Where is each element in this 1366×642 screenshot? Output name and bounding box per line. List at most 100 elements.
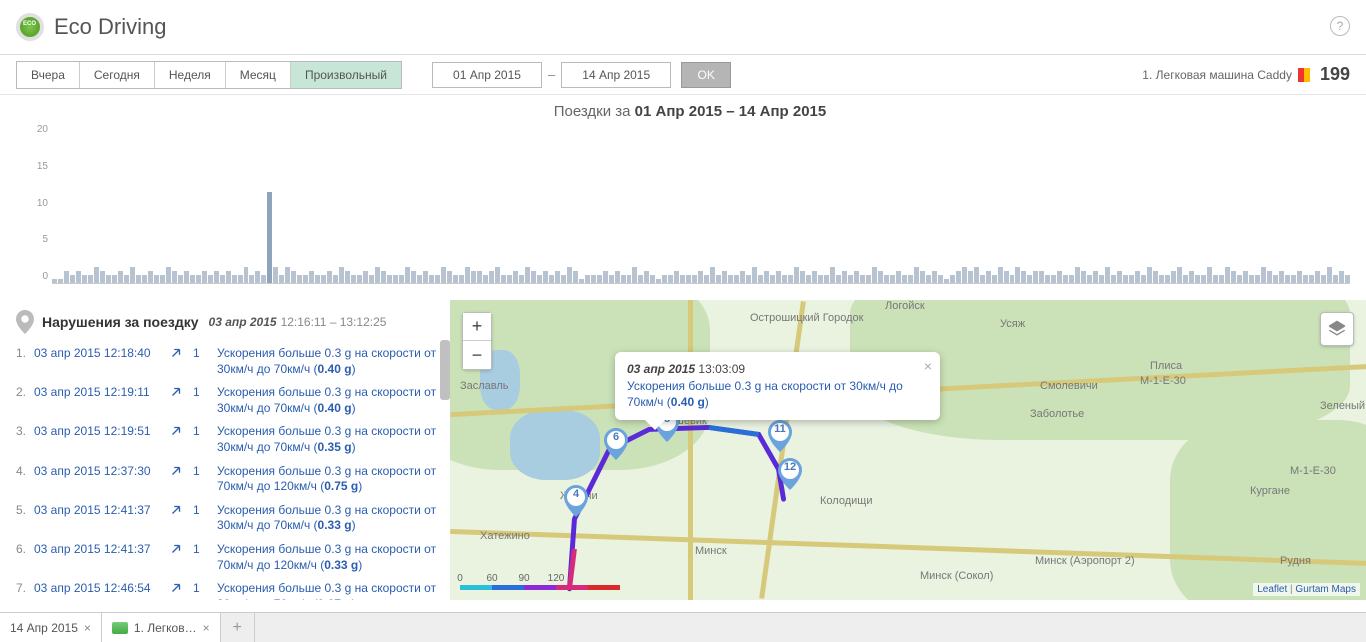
close-icon[interactable]: × <box>84 621 91 635</box>
chart-bar[interactable] <box>1177 267 1182 283</box>
chart-bar[interactable] <box>1267 271 1272 283</box>
chart-bar[interactable] <box>1285 275 1290 283</box>
chart-bar[interactable] <box>537 275 542 283</box>
range-btn-1[interactable]: Сегодня <box>80 62 155 88</box>
chart-bar[interactable] <box>950 275 955 283</box>
popup-close-icon[interactable]: × <box>924 358 932 374</box>
chart-bar[interactable] <box>782 275 787 283</box>
chart-bar[interactable] <box>489 271 494 283</box>
chart-bar[interactable] <box>932 271 937 283</box>
chart-bar[interactable] <box>770 275 775 283</box>
chart-bar[interactable] <box>800 271 805 283</box>
chart-bar[interactable] <box>561 275 566 283</box>
chart-bar[interactable] <box>58 279 63 283</box>
chart-bar[interactable] <box>393 275 398 283</box>
chart-bar[interactable] <box>1135 271 1140 283</box>
chart-bar[interactable] <box>1165 275 1170 283</box>
chart-bar[interactable] <box>148 271 153 283</box>
chart-bar[interactable] <box>267 192 272 283</box>
layers-button[interactable] <box>1320 312 1354 346</box>
violation-time-link[interactable]: 03 апр 2015 12:41:37 <box>34 542 169 556</box>
violation-time-link[interactable]: 03 апр 2015 12:41:37 <box>34 503 169 517</box>
chart-bar[interactable] <box>872 267 877 283</box>
violation-time-link[interactable]: 03 апр 2015 12:19:51 <box>34 424 169 438</box>
chart-bar[interactable] <box>764 271 769 283</box>
chart-bar[interactable] <box>632 267 637 283</box>
chart-bar[interactable] <box>249 275 254 283</box>
chart-bar[interactable] <box>82 275 87 283</box>
chart-bar[interactable] <box>920 271 925 283</box>
violation-desc[interactable]: Ускорения больше 0.3 g на скорости от 30… <box>217 503 446 534</box>
chart-bar[interactable] <box>261 275 266 283</box>
arrow-up-right-icon[interactable] <box>169 581 183 595</box>
chart-bar[interactable] <box>597 275 602 283</box>
map-marker[interactable]: 11 <box>768 420 792 452</box>
chart-bar[interactable] <box>429 275 434 283</box>
chart-bar[interactable] <box>752 267 757 283</box>
chart-bar[interactable] <box>776 271 781 283</box>
violation-desc[interactable]: Ускорения больше 0.3 g на скорости от 30… <box>217 424 446 455</box>
chart-bar[interactable] <box>1015 267 1020 283</box>
chart-bar[interactable] <box>758 275 763 283</box>
chart-bar[interactable] <box>285 267 290 283</box>
chart-bar[interactable] <box>644 271 649 283</box>
chart-bar[interactable] <box>1147 267 1152 283</box>
chart-bar[interactable] <box>842 271 847 283</box>
chart-bar[interactable] <box>232 275 237 283</box>
chart-bar[interactable] <box>1315 271 1320 283</box>
chart-bar[interactable] <box>992 275 997 283</box>
arrow-up-right-icon[interactable] <box>169 542 183 556</box>
chart-bar[interactable] <box>944 279 949 283</box>
chart-bar[interactable] <box>866 275 871 283</box>
chart-bar[interactable] <box>680 275 685 283</box>
chart-bar[interactable] <box>806 275 811 283</box>
chart-bar[interactable] <box>1321 275 1326 283</box>
chart-bar[interactable] <box>303 275 308 283</box>
chart-bar[interactable] <box>88 275 93 283</box>
ok-button[interactable]: OK <box>681 62 731 88</box>
violation-desc[interactable]: Ускорения больше 0.3 g на скорости от 70… <box>217 542 446 573</box>
chart-bar[interactable] <box>1249 275 1254 283</box>
date-from-input[interactable] <box>432 62 542 88</box>
chart-bar[interactable] <box>1231 271 1236 283</box>
chart-bar[interactable] <box>1339 271 1344 283</box>
chart-bar[interactable] <box>375 267 380 283</box>
chart-bar[interactable] <box>603 271 608 283</box>
chart-bar[interactable] <box>1243 271 1248 283</box>
chart-bar[interactable] <box>1081 271 1086 283</box>
range-btn-4[interactable]: Произвольный <box>291 62 401 88</box>
date-to-input[interactable] <box>561 62 671 88</box>
chart-bar[interactable] <box>94 267 99 283</box>
chart-bar[interactable] <box>501 275 506 283</box>
chart-bar[interactable] <box>1183 275 1188 283</box>
chart-bar[interactable] <box>692 275 697 283</box>
violation-desc[interactable]: Ускорения больше 0.3 g на скорости от 70… <box>217 464 446 495</box>
chart-bar[interactable] <box>1237 275 1242 283</box>
chart-bar[interactable] <box>519 275 524 283</box>
chart-bar[interactable] <box>1201 275 1206 283</box>
chart-bar[interactable] <box>573 271 578 283</box>
violation-time-link[interactable]: 03 апр 2015 12:19:11 <box>34 385 169 399</box>
chart-bar[interactable] <box>1123 275 1128 283</box>
chart-bar[interactable] <box>453 275 458 283</box>
chart-bar[interactable] <box>255 271 260 283</box>
chart-bar[interactable] <box>1207 267 1212 283</box>
chart-bar[interactable] <box>1045 275 1050 283</box>
chart-bar[interactable] <box>627 275 632 283</box>
chart-bar[interactable] <box>1105 267 1110 283</box>
chart-bar[interactable] <box>818 275 823 283</box>
chart-bar[interactable] <box>202 271 207 283</box>
chart-bar[interactable] <box>986 271 991 283</box>
violation-time-link[interactable]: 03 апр 2015 12:46:54 <box>34 581 169 595</box>
chart-bar[interactable] <box>525 267 530 283</box>
arrow-up-right-icon[interactable] <box>169 464 183 478</box>
chart-bar[interactable] <box>513 271 518 283</box>
chart-bar[interactable] <box>64 271 69 283</box>
chart-bar[interactable] <box>471 271 476 283</box>
chart-bar[interactable] <box>351 275 356 283</box>
chart-bar[interactable] <box>279 275 284 283</box>
chart-bar[interactable] <box>1093 271 1098 283</box>
chart-bar[interactable] <box>70 275 75 283</box>
chart-bar[interactable] <box>674 271 679 283</box>
violation-desc[interactable]: Ускорения больше 0.3 g на скорости от 30… <box>217 346 446 377</box>
